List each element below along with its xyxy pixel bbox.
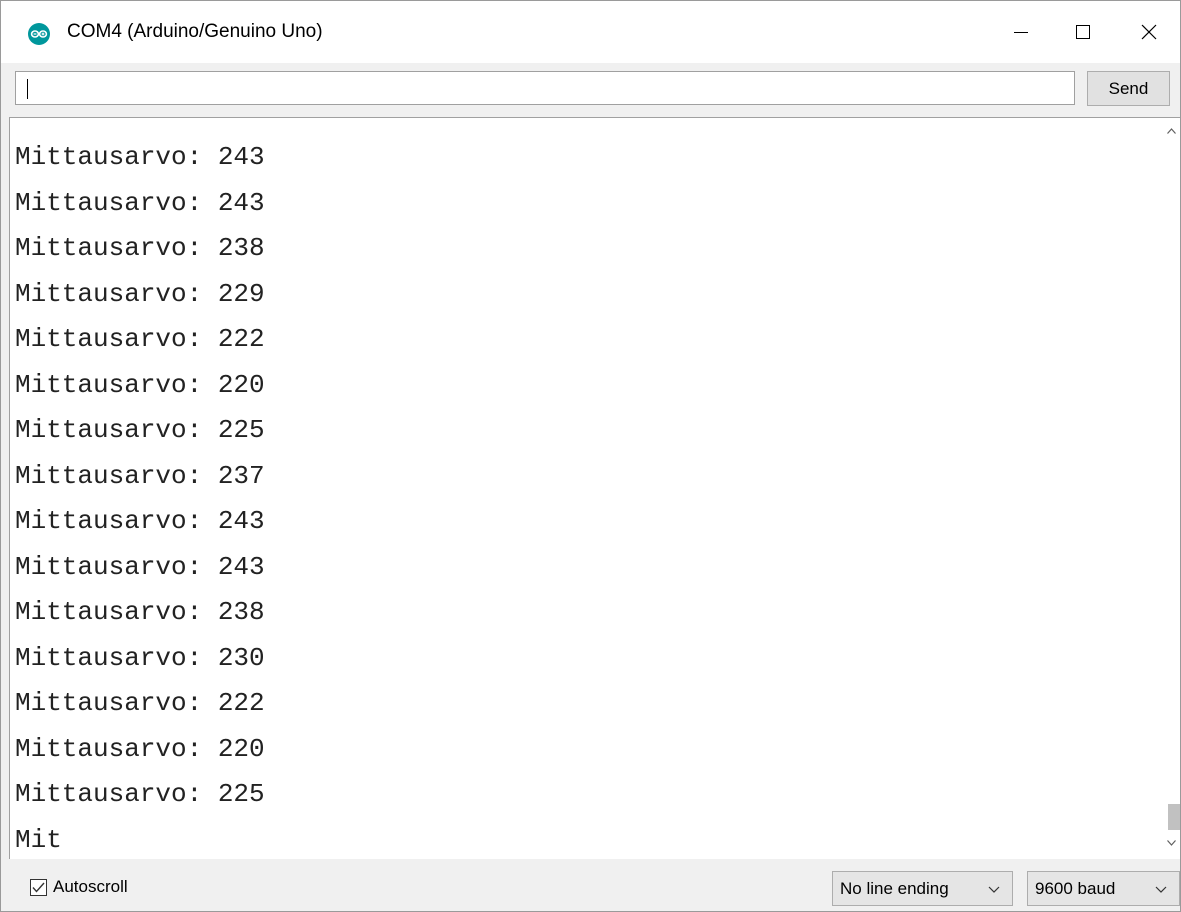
close-button[interactable]: [1118, 1, 1180, 63]
title-bar[interactable]: COM4 (Arduino/Genuino Uno): [1, 1, 1180, 63]
output-line: Mittausarvo: 229: [15, 278, 265, 309]
checkmark-icon: [32, 882, 45, 893]
serial-monitor-window: COM4 (Arduino/Genuino Uno) Send Mittausa…: [0, 0, 1181, 912]
baud-rate-select[interactable]: 9600 baud: [1027, 871, 1180, 906]
arduino-logo-icon: [28, 23, 50, 45]
scroll-up-button[interactable]: [1163, 122, 1180, 139]
autoscroll-label: Autoscroll: [53, 877, 128, 896]
chevron-up-icon: [1167, 127, 1176, 134]
scroll-down-button[interactable]: [1163, 834, 1180, 851]
vertical-scrollbar[interactable]: [1163, 118, 1180, 858]
autoscroll-toggle[interactable]: Autoscroll: [30, 877, 128, 897]
send-row: Send: [1, 63, 1180, 117]
maximize-icon: [1076, 25, 1090, 39]
close-icon: [1141, 24, 1157, 40]
send-input[interactable]: [15, 71, 1075, 105]
scrollbar-thumb[interactable]: [1168, 804, 1180, 830]
chevron-down-icon: [988, 886, 1000, 893]
output-line: Mittausarvo: 243: [15, 506, 265, 536]
output-line: Mittausarvo: 225: [15, 415, 265, 445]
output-line: Mittausarvo: 225: [15, 779, 265, 809]
output-line: Mittausarvo: 238: [15, 233, 265, 263]
serial-output[interactable]: Mittausarvo: 243 Mittausarvo: 243 Mittau…: [9, 117, 1180, 859]
minimize-button[interactable]: [990, 1, 1052, 63]
output-line: Mittausarvo: 243: [15, 142, 265, 172]
output-line: Mittausarvo: 222: [15, 688, 265, 718]
window-title: COM4 (Arduino/Genuino Uno): [67, 21, 323, 42]
output-line: Mittausarvo: 222: [15, 324, 265, 354]
status-bar: Autoscroll No line ending 9600 baud: [1, 859, 1180, 911]
output-line: Mittausarvo: 243: [15, 187, 265, 218]
output-line: Mittausarvo: 238: [15, 597, 265, 627]
output-line: Mittausarvo: 237: [15, 460, 265, 491]
minimize-icon: [1014, 32, 1028, 33]
line-ending-select[interactable]: No line ending: [832, 871, 1013, 906]
output-line: Mittausarvo: 243: [15, 551, 265, 582]
line-ending-value: No line ending: [840, 878, 949, 898]
output-line: Mit: [15, 824, 62, 855]
autoscroll-checkbox[interactable]: [30, 878, 47, 896]
chevron-down-icon: [1167, 839, 1176, 846]
maximize-button[interactable]: [1052, 1, 1114, 63]
output-line: Mittausarvo: 230: [15, 642, 265, 673]
output-line: Mittausarvo: 220: [15, 369, 265, 400]
send-button[interactable]: Send: [1087, 71, 1170, 106]
output-lines: Mittausarvo: 243 Mittausarvo: 243 Mittau…: [15, 135, 265, 859]
chevron-down-icon: [1155, 886, 1167, 893]
baud-rate-value: 9600 baud: [1035, 878, 1116, 898]
text-caret: [27, 79, 28, 99]
output-line: Mittausarvo: 220: [15, 733, 265, 764]
